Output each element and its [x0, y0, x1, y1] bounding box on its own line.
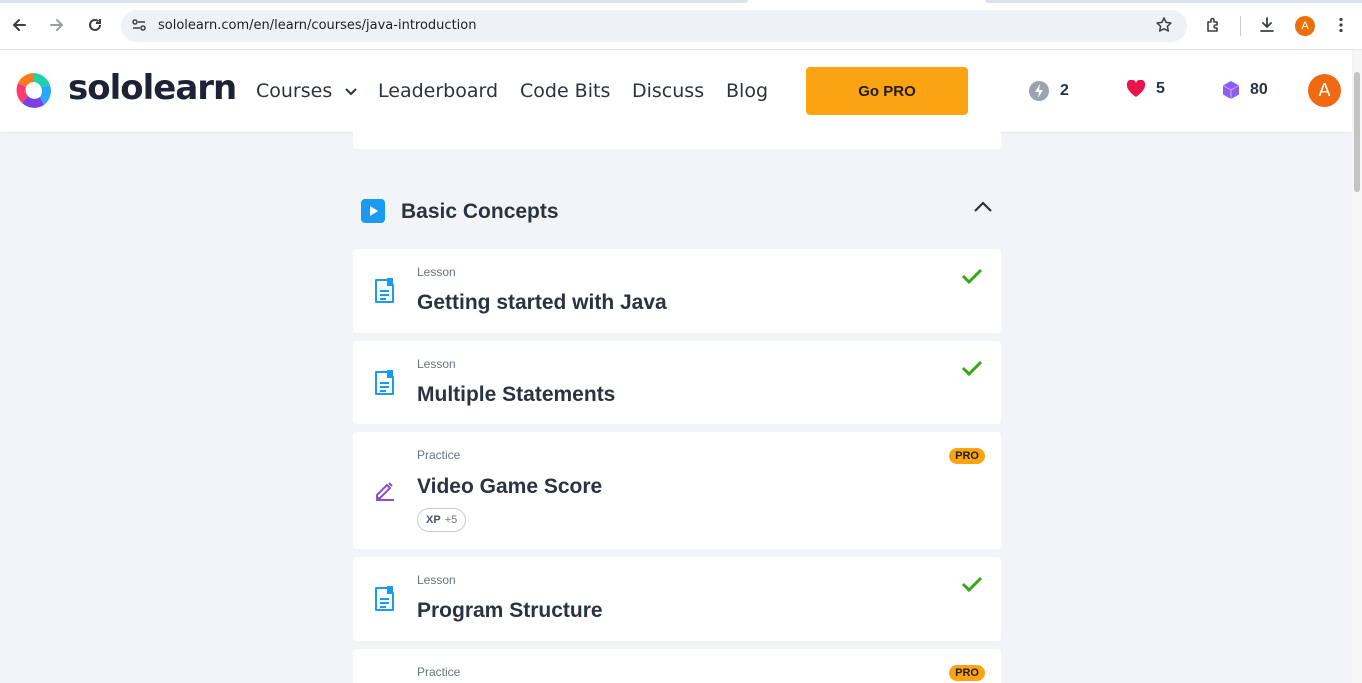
scrollbar-thumb[interactable]: [1354, 72, 1360, 192]
nav-blog[interactable]: Blog: [726, 80, 768, 102]
user-avatar[interactable]: A: [1308, 74, 1341, 107]
streak-count: 2: [1060, 82, 1069, 99]
list-item[interactable]: Lesson Getting started with Java: [353, 249, 1001, 333]
xp-value: +5: [444, 514, 458, 526]
gems-count: 80: [1250, 81, 1268, 98]
nav-leaderboard[interactable]: Leaderboard: [378, 80, 498, 102]
item-name: Video Game Score: [417, 475, 603, 498]
browser-menu-icon[interactable]: [1329, 13, 1353, 37]
toolbar-divider: [1240, 16, 1241, 36]
previous-module-card: [353, 132, 1001, 149]
chevron-up-icon[interactable]: [973, 200, 993, 219]
go-pro-button[interactable]: Go PRO: [806, 67, 968, 115]
site-header: sololearn Courses Leaderboard Code Bits …: [0, 50, 1352, 132]
forward-icon[interactable]: [45, 13, 69, 37]
back-icon[interactable]: [7, 13, 31, 37]
list-item[interactable]: Practice PRO: [353, 649, 1001, 683]
nav-courses[interactable]: Courses: [256, 80, 358, 102]
practice-pencil-icon: [373, 478, 397, 507]
play-icon: [361, 199, 385, 223]
list-item[interactable]: Lesson Multiple Statements: [353, 341, 1001, 424]
lightning-icon: [1029, 81, 1049, 101]
item-kind: Practice: [417, 448, 461, 462]
heart-icon: [1126, 80, 1146, 97]
lesson-document-icon: [373, 585, 397, 618]
item-name: Program Structure: [417, 599, 603, 622]
list-item[interactable]: Practice Video Game Score PRO XP +5: [353, 432, 1001, 549]
page-scrollbar[interactable]: [1352, 50, 1362, 683]
nav-code-bits[interactable]: Code Bits: [520, 80, 610, 102]
url-text[interactable]: sololearn.com/en/learn/courses/java-intr…: [158, 18, 476, 33]
tab-strip: [0, 0, 1362, 3]
hearts-stat[interactable]: 5: [1126, 80, 1165, 98]
chevron-down-icon: [345, 88, 357, 96]
checkmark-icon: [961, 267, 983, 290]
module-header[interactable]: Basic Concepts: [353, 190, 1001, 234]
list-item[interactable]: Lesson Program Structure: [353, 557, 1001, 641]
download-icon[interactable]: [1255, 13, 1279, 37]
module-title: Basic Concepts: [401, 200, 559, 223]
xp-label: XP: [426, 514, 441, 526]
lesson-document-icon: [373, 369, 397, 402]
extensions-icon[interactable]: [1202, 13, 1226, 37]
gems-stat[interactable]: 80: [1222, 80, 1268, 100]
lesson-document-icon: [373, 277, 397, 310]
logo-text[interactable]: sololearn: [68, 68, 237, 108]
item-kind: Lesson: [417, 265, 456, 279]
item-kind: Lesson: [417, 573, 456, 587]
browser-profile-avatar[interactable]: A: [1295, 16, 1315, 36]
checkmark-icon: [961, 575, 983, 598]
streak-stat[interactable]: 2: [1028, 80, 1069, 102]
gem-cube-icon: [1222, 81, 1240, 99]
item-name: Multiple Statements: [417, 383, 616, 406]
item-name: Getting started with Java: [417, 291, 667, 314]
item-kind: Practice: [417, 665, 461, 679]
nav-discuss[interactable]: Discuss: [632, 80, 704, 102]
item-kind: Lesson: [417, 357, 456, 371]
browser-toolbar: sololearn.com/en/learn/courses/java-intr…: [0, 0, 1362, 50]
hearts-count: 5: [1156, 80, 1165, 97]
nav-courses-label: Courses: [256, 80, 333, 102]
reload-icon[interactable]: [83, 13, 107, 37]
xp-reward-chip: XP +5: [417, 508, 467, 532]
site-settings-icon[interactable]: [131, 17, 147, 38]
pro-badge: PRO: [949, 448, 985, 464]
address-bar[interactable]: sololearn.com/en/learn/courses/java-intr…: [121, 10, 1187, 42]
bookmark-star-icon[interactable]: [1155, 16, 1173, 39]
pro-badge: PRO: [949, 665, 985, 681]
sololearn-logo-icon[interactable]: [12, 69, 56, 113]
checkmark-icon: [961, 359, 983, 382]
